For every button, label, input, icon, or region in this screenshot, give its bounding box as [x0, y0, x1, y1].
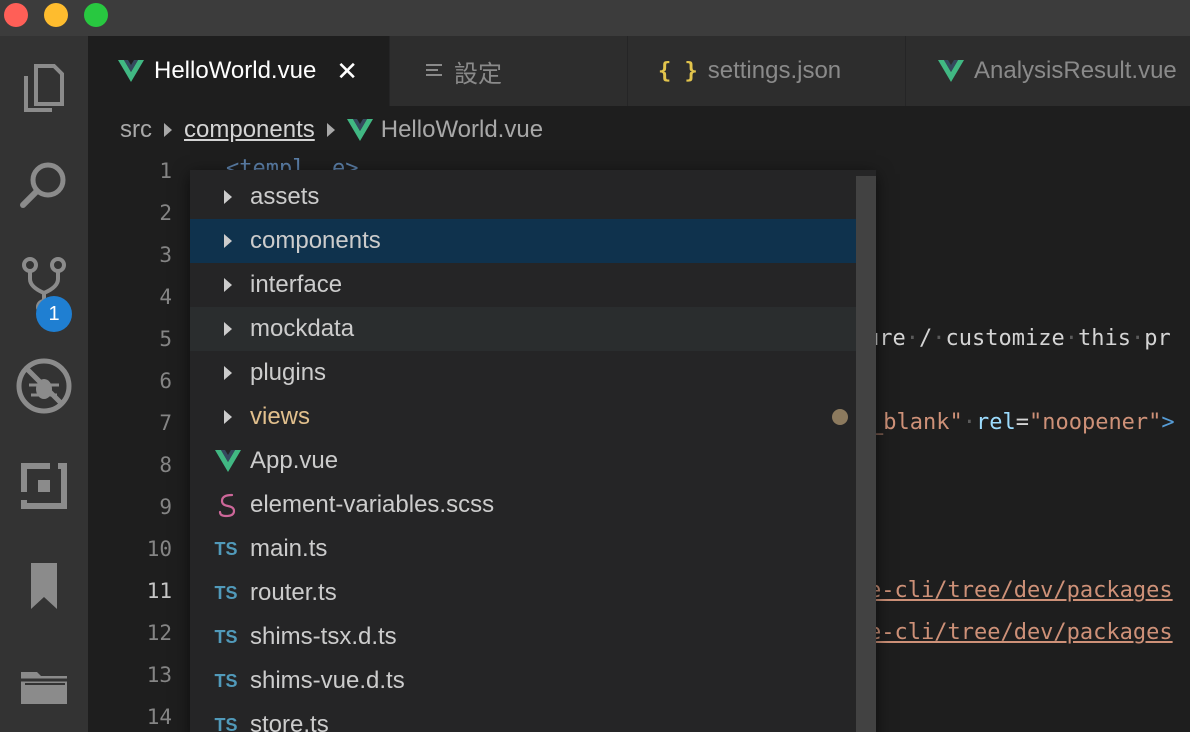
maximize-window-button[interactable]	[84, 3, 108, 27]
scm-badge: 1	[36, 296, 72, 332]
line-number: 6	[159, 369, 172, 393]
dropdown-item-label: plugins	[250, 359, 327, 386]
dropdown-item-label: mockdata	[250, 315, 355, 342]
dropdown-item-label: shims-tsx.d.ts	[250, 623, 397, 650]
vue-icon	[118, 60, 144, 82]
breadcrumb-item-src[interactable]: src	[120, 116, 152, 144]
dropdown-item-components[interactable]: components	[190, 219, 856, 263]
chevron-right-icon	[190, 410, 250, 424]
search-icon[interactable]	[0, 146, 88, 226]
dropdown-item-label: components	[250, 227, 381, 254]
dropdown-item-label: router.ts	[250, 579, 337, 606]
dropdown-item-shims-vue[interactable]: TS shims-vue.d.ts	[190, 659, 856, 703]
line-number-current: 11	[146, 579, 172, 603]
breadcrumb-dropdown: assets components interface mockdata plu…	[190, 170, 876, 732]
dropdown-item-label: store.ts	[250, 711, 329, 732]
vue-icon	[190, 450, 250, 472]
tab-label: 設定	[454, 60, 502, 88]
folder-icon[interactable]	[0, 646, 88, 726]
line-number: 2	[159, 201, 172, 225]
dropdown-item-plugins[interactable]: plugins	[190, 351, 856, 395]
dropdown-item-router-ts[interactable]: TS router.ts	[190, 571, 856, 615]
json-braces-icon: { }	[658, 58, 698, 84]
dropdown-item-interface[interactable]: interface	[190, 263, 856, 307]
dropdown-item-shims-tsx[interactable]: TS shims-tsx.d.ts	[190, 615, 856, 659]
breadcrumb-item-components[interactable]: components	[184, 116, 315, 144]
debug-icon[interactable]	[0, 346, 88, 426]
close-window-button[interactable]	[4, 3, 28, 27]
vue-icon	[346, 119, 373, 141]
dropdown-item-label: main.ts	[250, 535, 328, 562]
settings-list-icon	[426, 62, 444, 80]
activity-bar: 1	[0, 36, 88, 732]
code-line-12[interactable]: e-cli/tree/dev/packages	[868, 620, 1173, 645]
typescript-icon: TS	[214, 582, 238, 603]
line-number: 9	[159, 495, 172, 519]
tab-analysisresult-vue[interactable]: AnalysisResult.vue	[906, 36, 1190, 106]
chevron-right-icon	[164, 123, 172, 137]
title-bar	[0, 0, 1190, 36]
line-number: 13	[146, 663, 172, 687]
code-line-7: _blank"·rel="noopener">	[870, 410, 1175, 435]
dropdown-item-label: assets	[250, 183, 320, 210]
chevron-right-icon	[190, 322, 250, 336]
line-number: 3	[159, 243, 172, 267]
editor-tab-bar: HelloWorld.vue ✕ 設定 { } settings.json An…	[88, 36, 1190, 106]
vue-icon	[938, 60, 964, 82]
line-number: 12	[146, 621, 172, 645]
explorer-icon[interactable]	[0, 48, 88, 128]
chevron-right-icon	[190, 366, 250, 380]
tab-helloworld-vue[interactable]: HelloWorld.vue ✕	[88, 36, 390, 106]
line-number: 10	[146, 537, 172, 561]
dropdown-scrollbar[interactable]	[856, 176, 876, 732]
dropdown-item-label: shims-vue.d.ts	[250, 667, 405, 694]
dropdown-item-label: views	[250, 403, 311, 430]
dropdown-item-element-variables[interactable]: element-variables.scss	[190, 483, 856, 527]
minimize-window-button[interactable]	[44, 3, 68, 27]
line-number: 8	[159, 453, 172, 477]
line-number: 7	[159, 411, 172, 435]
dropdown-item-label: element-variables.scss	[250, 491, 495, 518]
line-number: 5	[159, 327, 172, 351]
tab-settings-json[interactable]: { } settings.json	[628, 36, 906, 106]
typescript-icon: TS	[214, 670, 238, 691]
bookmark-icon[interactable]	[0, 546, 88, 626]
line-number: 14	[146, 705, 172, 729]
line-number: 1	[159, 159, 172, 183]
typescript-icon: TS	[214, 714, 238, 732]
dropdown-item-label: App.vue	[250, 447, 339, 474]
code-line-5: ure·/·customize·this·pr	[866, 326, 1171, 351]
breadcrumb: src components HelloWorld.vue	[120, 112, 543, 148]
dropdown-item-views[interactable]: views	[190, 395, 856, 439]
tab-label: AnalysisResult.vue	[974, 57, 1177, 84]
sass-icon	[190, 492, 250, 518]
dropdown-item-main-ts[interactable]: TS main.ts	[190, 527, 856, 571]
source-control-icon[interactable]: 1	[0, 246, 88, 332]
dropdown-item-store-ts[interactable]: TS store.ts	[190, 703, 856, 732]
dropdown-item-label: interface	[250, 271, 343, 298]
chevron-right-icon	[190, 190, 250, 204]
breadcrumb-item-file[interactable]: HelloWorld.vue	[381, 116, 543, 144]
line-number: 4	[159, 285, 172, 309]
close-tab-button[interactable]: ✕	[336, 56, 358, 87]
chevron-right-icon	[326, 123, 335, 137]
code-line-11[interactable]: e-cli/tree/dev/packages	[868, 578, 1173, 603]
tab-label: settings.json	[707, 57, 842, 84]
tab-label: HelloWorld.vue	[154, 57, 317, 84]
chevron-right-icon	[190, 278, 250, 292]
dropdown-item-mockdata[interactable]: mockdata	[190, 307, 856, 351]
dropdown-item-app-vue[interactable]: App.vue	[190, 439, 856, 483]
tab-settings[interactable]: 設定	[390, 36, 628, 106]
dropdown-item-assets[interactable]: assets	[190, 175, 856, 219]
extensions-icon[interactable]	[0, 446, 88, 526]
typescript-icon: TS	[214, 626, 238, 647]
modified-indicator	[832, 409, 848, 425]
chevron-right-icon	[190, 234, 250, 248]
typescript-icon: TS	[214, 538, 238, 559]
